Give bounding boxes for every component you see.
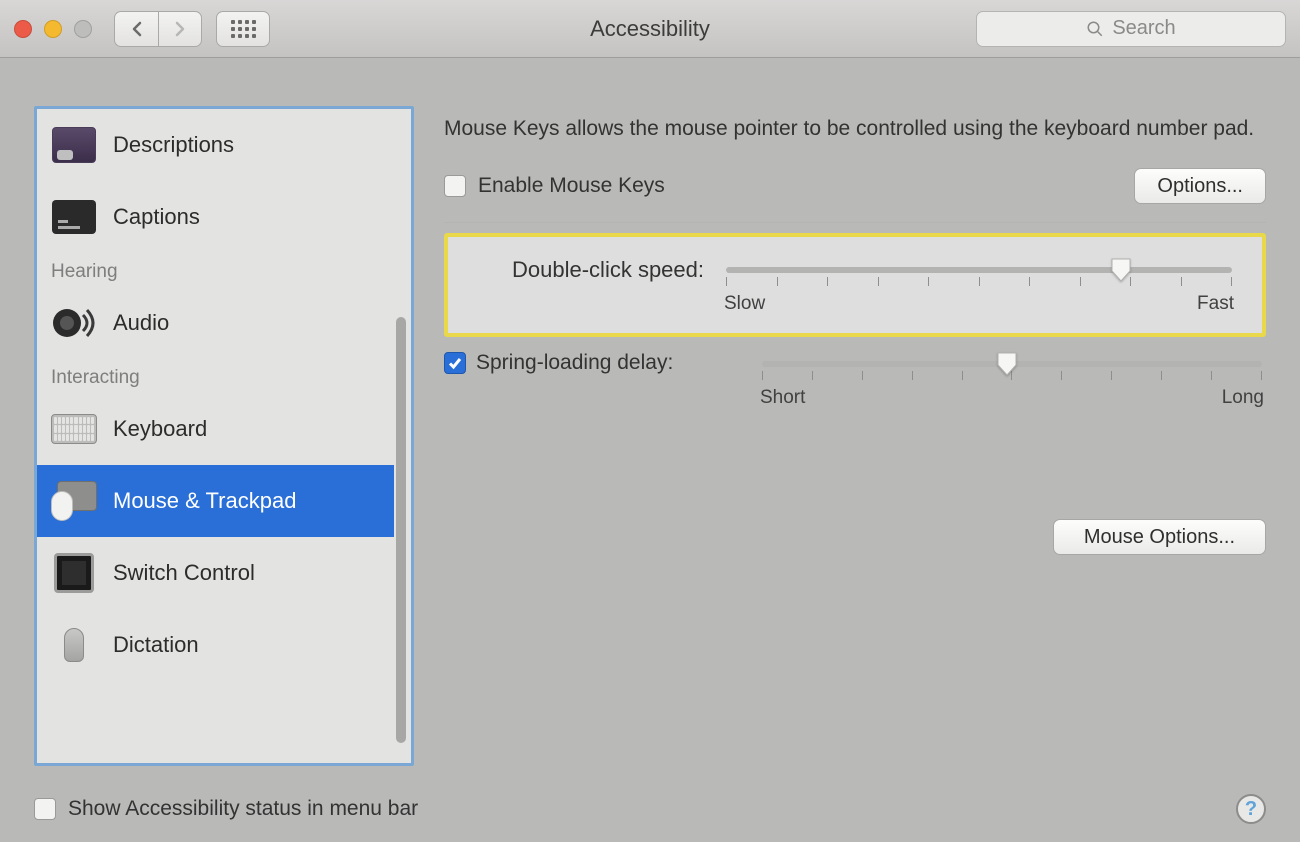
enable-mouse-keys-checkbox[interactable] — [444, 175, 466, 197]
sidebar-item-label: Descriptions — [113, 132, 234, 158]
double-click-speed-label: Double-click speed: — [474, 257, 704, 283]
sidebar-section-interacting: Interacting — [37, 359, 394, 393]
chevron-right-icon — [173, 21, 187, 37]
search-icon — [1086, 20, 1104, 38]
footer: Show Accessibility status in menu bar ? — [34, 794, 1266, 824]
sidebar-item-captions[interactable]: Captions — [37, 181, 394, 253]
slider-min-label: Short — [760, 387, 805, 409]
mouse-keys-options-button[interactable]: Options... — [1134, 168, 1266, 204]
spring-loading-label: Spring-loading delay: — [476, 351, 673, 375]
sidebar-list[interactable]: Descriptions Captions Hearing Audio Inte… — [37, 109, 394, 763]
sidebar-item-descriptions[interactable]: Descriptions — [37, 109, 394, 181]
switch-control-icon — [51, 550, 97, 596]
search-placeholder: Search — [1112, 17, 1175, 40]
close-window-button[interactable] — [14, 20, 32, 38]
sidebar-item-label: Captions — [113, 204, 200, 230]
mouse-options-row: Mouse Options... — [444, 519, 1266, 555]
content-area: Descriptions Captions Hearing Audio Inte… — [0, 58, 1300, 778]
audio-icon — [51, 300, 97, 346]
forward-button[interactable] — [158, 11, 202, 47]
help-button[interactable]: ? — [1236, 794, 1266, 824]
sidebar-item-keyboard[interactable]: Keyboard — [37, 393, 394, 465]
keyboard-icon — [51, 406, 97, 452]
enable-mouse-keys-row: Enable Mouse Keys Options... — [444, 168, 1266, 204]
minimize-window-button[interactable] — [44, 20, 62, 38]
titlebar: Accessibility Search — [0, 0, 1300, 58]
sidebar-section-hearing: Hearing — [37, 253, 394, 287]
sidebar-item-label: Dictation — [113, 632, 199, 658]
back-button[interactable] — [114, 11, 158, 47]
sidebar-item-label: Switch Control — [113, 560, 255, 586]
grid-icon — [231, 20, 256, 38]
sidebar-item-label: Mouse & Trackpad — [113, 488, 296, 514]
enable-mouse-keys-label: Enable Mouse Keys — [478, 174, 665, 198]
spring-loading-row: Spring-loading delay: Short Long — [444, 351, 1266, 409]
sidebar-item-audio[interactable]: Audio — [37, 287, 394, 359]
spring-loading-checkbox[interactable] — [444, 352, 466, 374]
check-icon — [447, 355, 463, 371]
zoom-window-button[interactable] — [74, 20, 92, 38]
mouse-trackpad-icon — [51, 478, 97, 524]
sidebar-item-label: Keyboard — [113, 416, 207, 442]
sidebar-item-label: Audio — [113, 310, 169, 336]
double-click-speed-highlight: Double-click speed: Slow Fast — [444, 233, 1266, 337]
slider-max-label: Fast — [1197, 293, 1234, 315]
mouse-keys-description: Mouse Keys allows the mouse pointer to b… — [444, 114, 1266, 144]
dictation-icon — [51, 622, 97, 668]
separator — [444, 222, 1266, 223]
show-status-label: Show Accessibility status in menu bar — [68, 797, 418, 821]
double-click-speed-row: Double-click speed: Slow Fast — [474, 257, 1236, 315]
sidebar-item-dictation[interactable]: Dictation — [37, 609, 394, 681]
sidebar-item-mouse-trackpad[interactable]: Mouse & Trackpad — [37, 465, 394, 537]
spring-loading-slider[interactable]: Short Long — [758, 351, 1266, 409]
window-controls — [14, 20, 92, 38]
mouse-options-button[interactable]: Mouse Options... — [1053, 519, 1266, 555]
main-panel: Mouse Keys allows the mouse pointer to b… — [444, 106, 1266, 758]
sidebar-item-switch-control[interactable]: Switch Control — [37, 537, 394, 609]
search-field[interactable]: Search — [976, 11, 1286, 47]
double-click-speed-slider[interactable]: Slow Fast — [722, 257, 1236, 315]
show-status-checkbox[interactable] — [34, 798, 56, 820]
descriptions-icon — [51, 122, 97, 168]
captions-icon — [51, 194, 97, 240]
sidebar: Descriptions Captions Hearing Audio Inte… — [34, 106, 414, 766]
nav-buttons — [114, 11, 202, 47]
slider-min-label: Slow — [724, 293, 765, 315]
scrollbar-thumb[interactable] — [396, 317, 406, 743]
chevron-left-icon — [130, 21, 144, 37]
show-all-button[interactable] — [216, 11, 270, 47]
slider-max-label: Long — [1222, 387, 1264, 409]
sidebar-scrollbar[interactable] — [394, 119, 408, 753]
